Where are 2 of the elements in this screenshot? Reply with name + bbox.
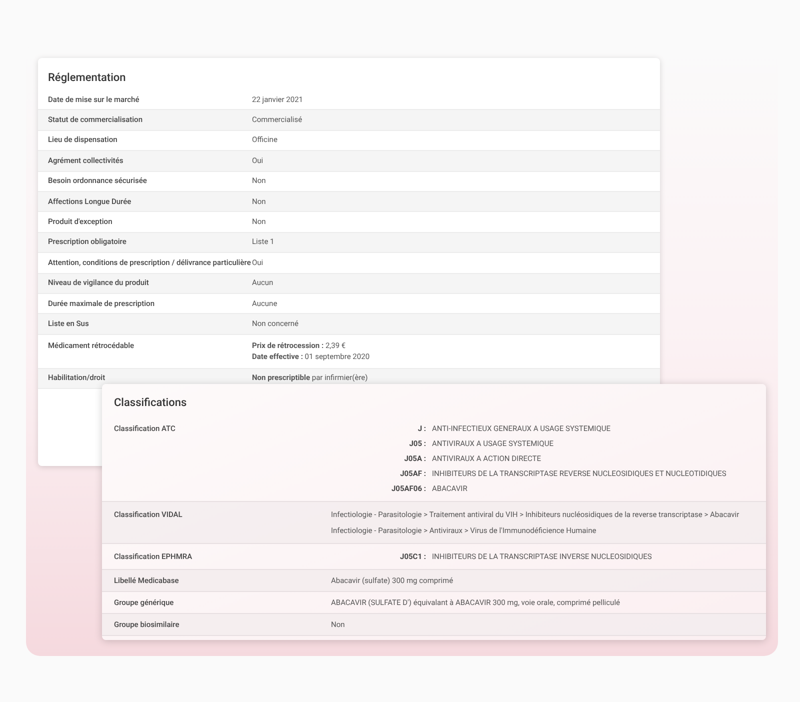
card-title: Réglementation	[48, 71, 126, 84]
card-title: Classifications	[114, 396, 187, 409]
